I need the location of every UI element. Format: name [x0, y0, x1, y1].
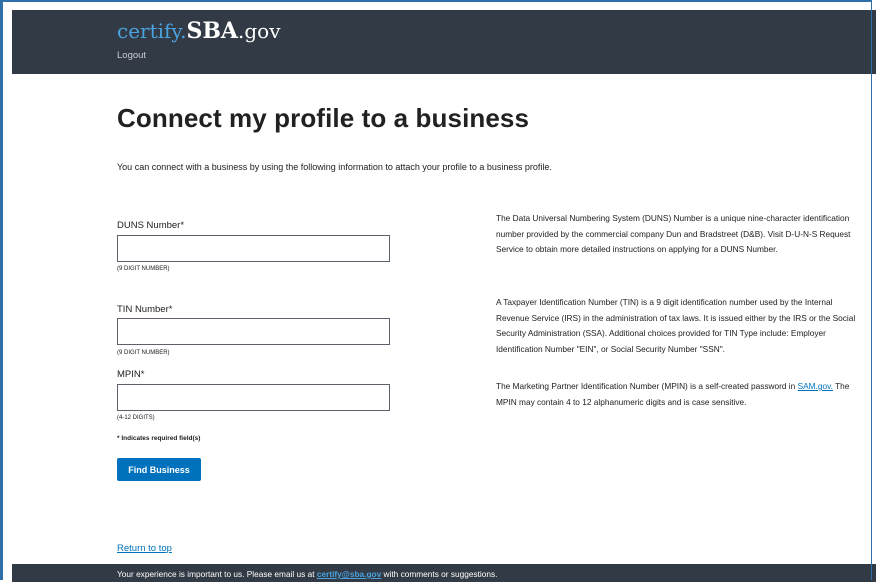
logo-prefix: certify.	[117, 19, 187, 43]
duns-input[interactable]	[117, 235, 390, 262]
footer-text-start: Your experience is important to us. Plea…	[117, 569, 317, 579]
tin-label: TIN Number*	[117, 304, 173, 315]
tin-info: A Taxpayer Identification Number (TIN) i…	[496, 297, 856, 354]
required-note: * Indicates required field(s)	[117, 435, 201, 442]
intro-text: You can connect with a business by using…	[117, 162, 552, 172]
tin-hint: (9 DIGIT NUMBER)	[117, 350, 170, 356]
return-to-top-link[interactable]: Return to top	[117, 543, 172, 554]
sam-gov-link[interactable]: SAM.gov.	[798, 381, 833, 391]
certify-logo[interactable]: certify.SBA.gov	[117, 18, 281, 44]
find-business-button[interactable]: Find Business	[117, 458, 201, 481]
duns-info: The Data Universal Numbering System (DUN…	[496, 213, 851, 254]
window-frame	[0, 0, 872, 580]
mpin-label: MPIN*	[117, 369, 145, 380]
logout-link[interactable]: Logout	[117, 50, 146, 61]
mpin-info: The Marketing Partner Identification Num…	[496, 379, 864, 410]
duns-hint: (9 DIGIT NUMBER)	[117, 266, 170, 272]
tin-input[interactable]	[117, 318, 390, 345]
mpin-input[interactable]	[117, 384, 390, 411]
site-footer: Your experience is important to us. Plea…	[12, 564, 876, 582]
duns-label: DUNS Number*	[117, 220, 185, 231]
mpin-hint: (4-12 DIGITS)	[117, 415, 155, 421]
footer-email-link[interactable]: certify@sba.gov	[317, 569, 381, 579]
logo-suffix: .gov	[238, 19, 281, 43]
footer-text-end: with comments or suggestions.	[381, 569, 498, 579]
page-title: Connect my profile to a business	[117, 103, 530, 133]
site-header: certify.SBA.gov Logout	[12, 10, 876, 74]
footer-text: Your experience is important to us. Plea…	[117, 569, 497, 579]
logo-main: SBA	[186, 18, 238, 44]
mpin-info-text: The Marketing Partner Identification Num…	[496, 381, 798, 391]
